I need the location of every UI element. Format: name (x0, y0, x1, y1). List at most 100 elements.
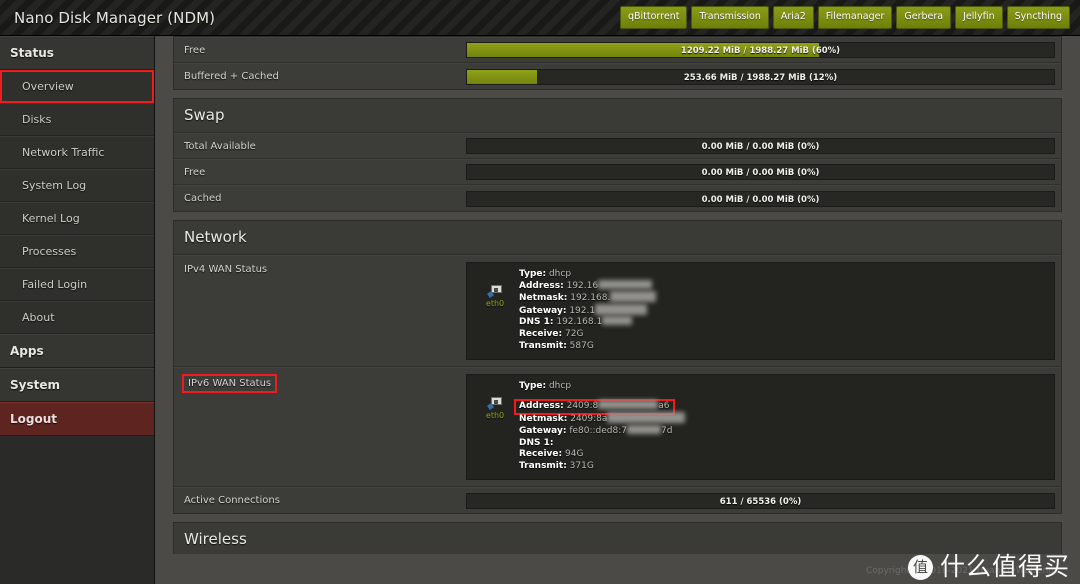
redaction-blur (595, 303, 648, 315)
field-value: dhcp (548, 381, 572, 392)
field-key: Type: (519, 381, 547, 392)
row-value: eth0 Type: dhcp Address: 192.16 Netmask: (466, 256, 1061, 366)
sidebar-item-network-traffic[interactable]: Network Traffic (0, 136, 154, 169)
memory-row-buffered-cached: Buffered + Cached 253.66 MiB / 1988.27 M… (174, 63, 1061, 89)
progress-bar-text: 253.66 MiB / 1988.27 MiB (12%) (683, 72, 838, 83)
sidebar-item-about[interactable]: About (0, 301, 154, 334)
row-label: Free (184, 44, 206, 56)
row-label: Free (184, 166, 206, 178)
ipv6-field-list: Type: dhcp Address: 2409:8 a6 Netmask: 24… (514, 381, 686, 473)
progress-bar-text: 1209.22 MiB / 1988.27 MiB (60%) (680, 46, 841, 56)
interface-name: eth0 (485, 411, 505, 421)
sidebar-item-processes[interactable]: Processes (0, 235, 154, 268)
sidebar-item-kernel-log[interactable]: Kernel Log (0, 202, 154, 235)
swap-row-free: Free 0.00 MiB / 0.00 MiB (0%) (174, 159, 1061, 185)
sidebar-group-system[interactable]: System (0, 368, 154, 402)
network-row-ipv4: IPv4 WAN Status eth0 Type: dhcp Address:… (174, 255, 1061, 368)
app-button-filemanager[interactable]: Filemanager (817, 6, 893, 29)
footer: Copyright © 2018-2021 HuangYeWuDeng 值 什么… (155, 554, 1080, 584)
redaction-blur (607, 412, 686, 424)
row-value: 1209.22 MiB / 1988.27 MiB (60%) (466, 42, 1055, 58)
progress-bar-text: 0.00 MiB / 0.00 MiB (0%) (701, 194, 820, 205)
network-interface-icon (486, 285, 503, 298)
interface-name: eth0 (485, 299, 505, 308)
field-key: Type: (519, 269, 547, 279)
row-value: 253.66 MiB / 1988.27 MiB (12%) (466, 68, 1055, 85)
app-button-aria2[interactable]: Aria2 (772, 6, 814, 29)
field-value: 94G (565, 449, 584, 460)
wireless-section-title: Wireless (174, 523, 1061, 558)
ipv6-field-receive: Receive: 94G (519, 449, 685, 461)
field-value: 192.168. (570, 293, 611, 304)
ipv4-field-type: Type: dhcp (519, 269, 656, 281)
interface-indicator: eth0 (475, 269, 515, 308)
field-key: Receive: (519, 328, 563, 339)
ipv4-field-receive: Receive: 72G (519, 329, 656, 341)
field-key: Address: (519, 400, 564, 411)
row-label: Cached (184, 193, 222, 204)
progress-bar-text: 0.00 MiB / 0.00 MiB (0%) (701, 168, 820, 178)
field-key: DNS 1: (519, 317, 554, 328)
app-header: Nano Disk Manager (NDM) qBittorrent Tran… (0, 0, 1080, 36)
sidebar-group-status[interactable]: Status (0, 36, 154, 70)
field-key: Transmit: (519, 460, 567, 471)
row-label: IPv6 WAN Status (174, 368, 466, 486)
ipv6-field-dns1: DNS 1: (519, 438, 685, 450)
progress-bar: 0.00 MiB / 0.00 MiB (0%) (466, 138, 1055, 154)
row-label: IPv4 WAN Status (184, 264, 268, 275)
swap-section-title: Swap (174, 99, 1061, 133)
field-value: 2409:8 (566, 400, 599, 411)
swap-panel: Swap Total Available 0.00 MiB / 0.00 MiB… (173, 98, 1062, 212)
field-value: 192.168.1 (556, 317, 603, 328)
field-value: dhcp (548, 269, 572, 279)
sidebar-item-disks[interactable]: Disks (0, 103, 154, 136)
field-value: 587G (569, 340, 594, 351)
watermark-badge-icon: 值 (907, 554, 933, 580)
sidebar-item-logout[interactable]: Logout (0, 402, 154, 436)
ipv4-field-dns1: DNS 1: 192.168.1 (519, 316, 656, 329)
progress-bar: 1209.22 MiB / 1988.27 MiB (60%) (466, 42, 1055, 58)
field-key: Address: (519, 280, 564, 291)
field-key: Netmask: (519, 414, 568, 425)
app-button-syncthing[interactable]: Syncthing (1006, 6, 1070, 29)
redaction-blur (610, 291, 657, 303)
swap-row-cached: Cached 0.00 MiB / 0.00 MiB (0%) (174, 185, 1061, 211)
row-value: 0.00 MiB / 0.00 MiB (0%) (466, 164, 1055, 180)
field-key: Gateway: (519, 425, 567, 436)
progress-bar: 0.00 MiB / 0.00 MiB (0%) (466, 164, 1055, 180)
row-value: eth0 Type: dhcp Address: 2409:8 a6 Netmas… (466, 368, 1061, 486)
ipv4-field-list: Type: dhcp Address: 192.16 Netmask: 192.… (515, 269, 657, 352)
ipv6-label-highlight: IPv6 WAN Status (181, 374, 278, 394)
network-row-ipv6: IPv6 WAN Status eth0 Type: dhcp Address:… (174, 367, 1061, 488)
network-interface-icon (486, 397, 503, 411)
redaction-blur (627, 424, 661, 434)
app-button-jellyfin[interactable]: Jellyfin (955, 6, 1003, 29)
progress-bar-text: 0.00 MiB / 0.00 MiB (0%) (701, 142, 820, 152)
field-key: DNS 1: (519, 437, 554, 448)
app-button-qbittorrent[interactable]: qBittorrent (619, 6, 688, 29)
progress-bar: 253.66 MiB / 1988.27 MiB (12%) (466, 68, 1055, 85)
app-button-gerbera[interactable]: Gerbera (896, 6, 952, 29)
sidebar-group-apps[interactable]: Apps (0, 334, 154, 368)
field-value: 192.1 (569, 305, 596, 316)
ipv6-field-transmit: Transmit: 371G (519, 461, 685, 473)
redaction-blur (598, 279, 653, 289)
row-value: 611 / 65536 (0%) (466, 492, 1055, 509)
network-row-active-connections: Active Connections 611 / 65536 (0%) (174, 487, 1061, 514)
app-button-transmission[interactable]: Transmission (691, 6, 769, 29)
network-panel: Network IPv4 WAN Status eth0 Type: dhcp (173, 220, 1062, 515)
field-value: 371G (569, 460, 594, 471)
ipv6-field-netmask: Netmask: 2409:8a (519, 412, 686, 426)
sidebar-item-failed-login[interactable]: Failed Login (0, 268, 154, 301)
memory-row-free: Free 1209.22 MiB / 1988.27 MiB (60%) (174, 37, 1061, 63)
ipv6-info-box: eth0 Type: dhcp Address: 2409:8 a6 Netmas… (466, 374, 1055, 481)
memory-panel: Free 1209.22 MiB / 1988.27 MiB (60%) Buf… (173, 36, 1062, 90)
redaction-blur (598, 399, 659, 409)
watermark: 值 什么值得买 (907, 554, 1070, 580)
field-value: 192.16 (566, 280, 599, 291)
field-key: Transmit: (519, 340, 567, 351)
row-label: Total Available (184, 140, 256, 152)
sidebar-item-system-log[interactable]: System Log (0, 169, 154, 202)
swap-row-total-available: Total Available 0.00 MiB / 0.00 MiB (0%) (174, 133, 1061, 159)
sidebar-item-overview[interactable]: Overview (0, 70, 154, 103)
